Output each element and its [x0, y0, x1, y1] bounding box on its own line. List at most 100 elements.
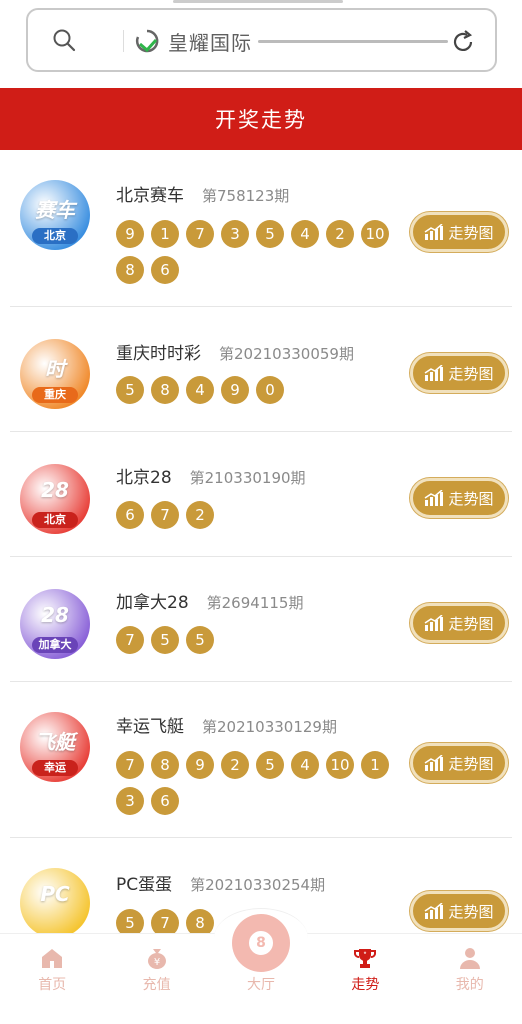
list-item[interactable]: 赛车 北京 北京赛车 第758123期 9 1 7 3 5 4 2 10 8 6 走势图	[10, 150, 512, 307]
address-bar[interactable]: 皇耀国际	[26, 0, 497, 72]
result-ball: 7	[151, 501, 179, 529]
issue-number: 第20210330059期	[219, 345, 354, 363]
address-divider	[123, 30, 124, 52]
lottery-name: 北京28 第210330190期	[116, 463, 306, 488]
logo-tag: 幸运	[32, 760, 78, 776]
lottery-name: PC蛋蛋 第20210330254期	[116, 870, 325, 895]
nav-label: 充值	[142, 977, 171, 993]
result-ball: 8	[151, 376, 179, 404]
nav-item-trend[interactable]: 走势	[313, 934, 417, 1024]
lottery-name: 重庆时时彩 第20210330059期	[116, 339, 354, 364]
trend-label: 走势图	[448, 364, 494, 383]
user-icon	[459, 948, 480, 969]
result-ball: 6	[151, 256, 179, 284]
reload-icon[interactable]	[450, 29, 476, 55]
result-ball: 10	[326, 751, 354, 779]
result-ball: 1	[151, 220, 179, 248]
lottery-title: 北京赛车	[116, 186, 184, 206]
lottery-list: 赛车 北京 北京赛车 第758123期 9 1 7 3 5 4 2 10 8 6 走势图 时 重庆 …	[0, 150, 522, 968]
bar-chart-icon	[425, 490, 444, 506]
result-ball: 9	[186, 751, 214, 779]
trend-chart-button[interactable]: 走势图	[410, 743, 508, 783]
logo-tag: 北京	[32, 512, 78, 528]
trend-label: 走势图	[448, 614, 494, 633]
result-ball: 5	[256, 751, 284, 779]
trend-chart-button[interactable]: 走势图	[410, 603, 508, 643]
result-ball: 9	[116, 220, 144, 248]
lottery-title: 北京28	[116, 468, 172, 488]
lottery-name: 北京赛车 第758123期	[116, 181, 289, 206]
trend-chart-button[interactable]: 走势图	[410, 212, 508, 252]
logo-text: 飞艇	[35, 730, 75, 754]
url-blur-line-top	[173, 0, 343, 3]
site-name: 皇耀国际	[168, 31, 252, 55]
result-ball: 3	[221, 220, 249, 248]
lottery-title: 加拿大28	[116, 593, 189, 613]
result-ball: 7	[116, 626, 144, 654]
svg-text:¥: ¥	[153, 957, 159, 968]
trend-chart-button[interactable]: 走势图	[410, 478, 508, 518]
nav-label: 首页	[38, 977, 67, 993]
nav-item-recharge[interactable]: ¥ 充值	[104, 934, 208, 1024]
browser-top-bar: 皇耀国际	[0, 0, 522, 88]
list-item[interactable]: 28 北京 北京28 第210330190期 672 走势图	[10, 432, 512, 557]
result-ball: 0	[256, 376, 284, 404]
result-ball: 8	[116, 256, 144, 284]
logo-text: 赛车	[35, 198, 75, 222]
logo-text: PC	[40, 882, 70, 906]
result-ball: 6	[116, 501, 144, 529]
result-ball: 2	[186, 501, 214, 529]
result-ball: 7	[116, 751, 144, 779]
result-ball: 4	[186, 376, 214, 404]
result-ball: 4	[291, 751, 319, 779]
result-ball: 5	[256, 220, 284, 248]
list-item[interactable]: 飞艇 幸运 幸运飞艇 第20210330129期 7 8 9 2 5 4 10 1 3 6 走势图	[10, 682, 512, 838]
lottery-title: 重庆时时彩	[116, 344, 201, 364]
page-header: 开奖走势	[0, 88, 522, 150]
lottery-logo: 赛车 北京	[20, 180, 90, 250]
nav-item-profile[interactable]: 我的	[418, 934, 522, 1024]
result-ball: 7	[186, 220, 214, 248]
result-ball: 3	[116, 787, 144, 815]
trend-chart-button[interactable]: 走势图	[410, 891, 508, 931]
result-ball: 5	[116, 376, 144, 404]
loading-icon	[135, 29, 159, 53]
lottery-logo: 28 北京	[20, 464, 90, 534]
result-ball: 4	[291, 220, 319, 248]
result-ball: 1	[361, 751, 389, 779]
nav-label: 大厅	[246, 977, 275, 993]
result-ball: 2	[326, 220, 354, 248]
bar-chart-icon	[425, 903, 444, 919]
trophy-icon	[354, 949, 377, 968]
url-blur-line	[258, 40, 448, 43]
issue-number: 第2694115期	[206, 594, 304, 612]
nav-item-home[interactable]: 首页	[0, 934, 104, 1024]
search-icon[interactable]	[52, 28, 76, 52]
list-item[interactable]: 时 重庆 重庆时时彩 第20210330059期 58490 走势图	[10, 307, 512, 432]
result-ball: 6	[151, 787, 179, 815]
nav-label: 我的	[455, 977, 484, 993]
logo-text: 28	[41, 603, 69, 627]
billiard-ball-icon: 8	[246, 928, 276, 958]
result-balls: 58490	[116, 376, 396, 412]
trend-label: 走势图	[448, 489, 494, 508]
logo-text: 28	[41, 478, 69, 502]
lottery-title: PC蛋蛋	[116, 875, 173, 895]
bar-chart-icon	[425, 365, 444, 381]
issue-number: 第20210330254期	[190, 876, 326, 894]
lobby-center-button[interactable]: 8	[232, 914, 290, 972]
trend-label: 走势图	[448, 754, 494, 773]
page-title: 开奖走势	[215, 108, 307, 132]
bottom-nav: 首页 ¥ 充值 大厅 走势 我的 8	[0, 908, 522, 1024]
money-bag-icon: ¥	[147, 949, 166, 969]
nav-label: 走势	[351, 977, 380, 993]
list-item[interactable]: 28 加拿大 加拿大28 第2694115期 755 走势图	[10, 557, 512, 682]
page: 皇耀国际 开奖走势 赛车 北京 北京赛车 第758123期 9 1 7 3 5 4 2 10 8 6…	[0, 0, 522, 1024]
trend-label: 走势图	[448, 223, 494, 242]
trend-chart-button[interactable]: 走势图	[410, 353, 508, 393]
result-balls: 9 1 7 3 5 4 2 10 8 6	[116, 220, 396, 292]
lottery-name: 幸运飞艇 第20210330129期	[116, 712, 337, 737]
result-ball: 5	[151, 626, 179, 654]
logo-tag: 重庆	[32, 387, 78, 403]
center-ball-number: 8	[256, 935, 266, 951]
